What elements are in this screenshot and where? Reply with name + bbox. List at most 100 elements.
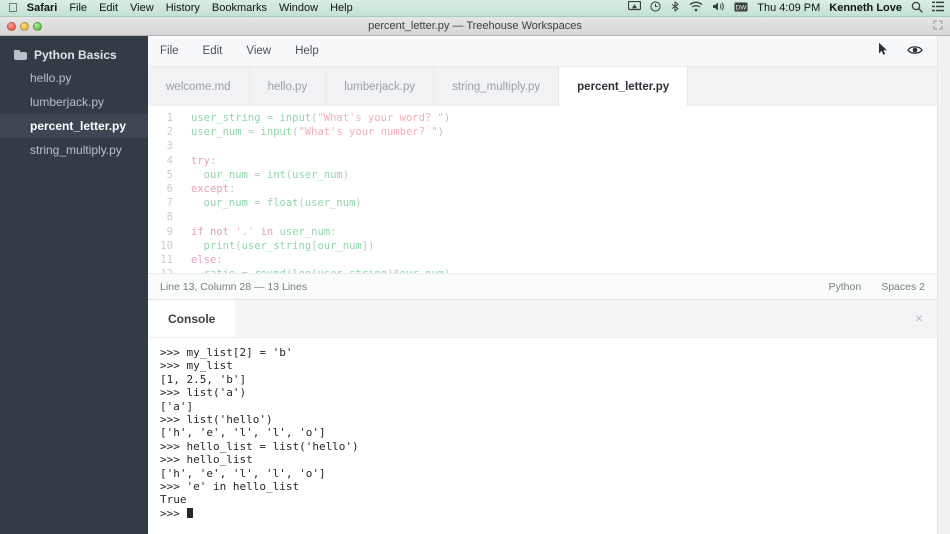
tab-welcome-md[interactable]: welcome.md <box>148 67 250 106</box>
code-line: 7 our_num = float(user_num) <box>148 196 937 210</box>
sidebar-project-row[interactable]: Python Basics <box>0 44 148 66</box>
sidebar-item-hello-py[interactable]: hello.py <box>0 66 148 90</box>
code-text: user_num = input("What's your number? ") <box>191 126 444 139</box>
tab-console[interactable]: Console <box>148 300 236 337</box>
mac-menu-bar:  Safari File Edit View History Bookmark… <box>0 0 950 17</box>
window-right-edge <box>937 36 950 534</box>
svg-text:DW: DW <box>736 4 748 11</box>
language-mode-label[interactable]: Python <box>829 281 862 293</box>
notification-center-icon[interactable] <box>932 1 944 15</box>
search-icon[interactable] <box>911 1 923 16</box>
console-line: [1, 2.5, 'b'] <box>160 372 247 386</box>
bluetooth-icon[interactable] <box>670 1 680 15</box>
sidebar-project-label: Python Basics <box>34 48 117 62</box>
console-line: >>> my_list <box>160 359 233 373</box>
apple-icon[interactable]:  <box>8 1 18 14</box>
console-line: >>> list('a') <box>160 386 247 400</box>
console-line: ['h', 'e', 'l', 'l', 'o'] <box>160 466 326 480</box>
menu-item-bookmarks[interactable]: Bookmarks <box>212 2 267 14</box>
editor-menu-bar: File Edit View Help <box>148 36 937 67</box>
close-icon[interactable]: × <box>915 311 923 325</box>
editor-menu-view[interactable]: View <box>246 45 271 57</box>
fullscreen-icon[interactable] <box>933 19 943 33</box>
line-number: 11 <box>160 253 173 266</box>
menu-item-window[interactable]: Window <box>279 2 318 14</box>
eye-icon[interactable] <box>907 43 923 61</box>
menubar-user[interactable]: Kenneth Love <box>829 2 902 14</box>
console-line: >>> hello_list = list('hello') <box>160 439 359 453</box>
menu-item-help[interactable]: Help <box>330 2 353 14</box>
zoom-window-button[interactable] <box>33 21 42 31</box>
code-text: our_num = int(user_num) <box>191 168 350 181</box>
console-output[interactable]: >>> my_list[2] = 'b' >>> my_list [1, 2.5… <box>148 338 937 534</box>
console-cursor <box>186 507 193 518</box>
editor-menu-file[interactable]: File <box>160 45 179 57</box>
code-text: else: <box>191 253 223 266</box>
menubar-clock[interactable]: Thu 4:09 PM <box>757 2 820 14</box>
console-tab-bar: Console × <box>148 300 937 338</box>
editor-panel: File Edit View Help welcome.md hello.py … <box>148 36 937 300</box>
cursor-position-label: Line 13, Column 28 — 13 Lines <box>160 280 308 293</box>
code-line: 6 except: <box>148 182 937 196</box>
sidebar-item-percent-letter-py[interactable]: percent_letter.py <box>0 114 148 138</box>
line-number: 9 <box>166 225 173 238</box>
code-editor[interactable]: 1 user_string = input("What's your word? … <box>148 106 937 273</box>
line-number: 5 <box>166 168 173 181</box>
tab-lumberjack-py[interactable]: lumberjack.py <box>326 67 435 106</box>
menu-item-edit[interactable]: Edit <box>99 2 118 14</box>
volume-icon[interactable] <box>712 1 725 15</box>
tab-percent-letter-py[interactable]: percent_letter.py <box>559 67 689 106</box>
line-number: 4 <box>166 154 173 167</box>
line-number: 8 <box>166 211 173 224</box>
menu-item-history[interactable]: History <box>166 2 200 14</box>
console-line: >>> hello_list <box>160 453 253 467</box>
menu-item-safari[interactable]: Safari <box>27 2 58 14</box>
editor-menu-help[interactable]: Help <box>295 45 319 57</box>
airplay-icon[interactable] <box>628 0 642 15</box>
editor-status-bar: Line 13, Column 28 — 13 Lines Python Spa… <box>148 273 937 299</box>
window-title: percent_letter.py — Treehouse Workspaces <box>368 20 582 32</box>
code-text: if not '.' in user_num: <box>191 225 337 238</box>
line-number: 10 <box>160 239 173 252</box>
code-line: 8 <box>148 210 937 224</box>
line-number: 3 <box>166 140 173 153</box>
line-number: 12 <box>148 267 179 273</box>
folder-icon <box>14 50 27 60</box>
editor-toolbar <box>877 36 923 67</box>
tab-bar-filler <box>688 67 937 106</box>
minimize-window-button[interactable] <box>20 21 29 31</box>
wifi-icon[interactable] <box>689 1 703 15</box>
sidebar-item-string-multiply-py[interactable]: string_multiply.py <box>0 138 148 162</box>
code-line: 9 if not '.' in user_num: <box>148 225 937 239</box>
cursor-icon[interactable] <box>877 42 889 61</box>
console-prompt: >>> <box>160 506 187 520</box>
menu-item-file[interactable]: File <box>69 2 87 14</box>
tab-hello-py[interactable]: hello.py <box>249 67 327 106</box>
console-line: >>> list('hello') <box>160 413 273 427</box>
window-controls <box>7 21 42 31</box>
code-line: 5 our_num = int(user_num) <box>148 168 937 182</box>
code-line: 12 ratio = round(len(user_string)*our_nu… <box>148 267 937 273</box>
line-number: 7 <box>166 197 173 210</box>
code-text: try: <box>191 154 217 167</box>
console-line: ['a'] <box>160 399 194 413</box>
line-number: 2 <box>166 126 173 139</box>
code-line: 2 user_num = input("What's your number? "… <box>148 125 937 139</box>
console-line: >>> 'e' in hello_list <box>160 480 300 494</box>
code-text: print(user_string[our_num]) <box>203 239 375 252</box>
code-line: 1 user_string = input("What's your word? … <box>148 111 937 125</box>
time-machine-icon[interactable] <box>650 1 661 15</box>
editor-menu-edit[interactable]: Edit <box>203 45 223 57</box>
menu-item-view[interactable]: View <box>130 2 154 14</box>
indent-setting-label[interactable]: Spaces 2 <box>881 281 925 293</box>
dw-icon[interactable]: DW <box>734 2 748 15</box>
line-number: 6 <box>166 182 173 195</box>
close-window-button[interactable] <box>7 21 16 31</box>
file-sidebar: Python Basics hello.py lumberjack.py per… <box>0 36 148 534</box>
sidebar-item-lumberjack-py[interactable]: lumberjack.py <box>0 90 148 114</box>
window-title-bar: percent_letter.py — Treehouse Workspaces <box>0 17 950 36</box>
editor-tab-bar: welcome.md hello.py lumberjack.py string… <box>148 67 937 106</box>
app-shell: Python Basics hello.py lumberjack.py per… <box>0 36 950 534</box>
tab-string-multiply-py[interactable]: string_multiply.py <box>434 67 560 106</box>
